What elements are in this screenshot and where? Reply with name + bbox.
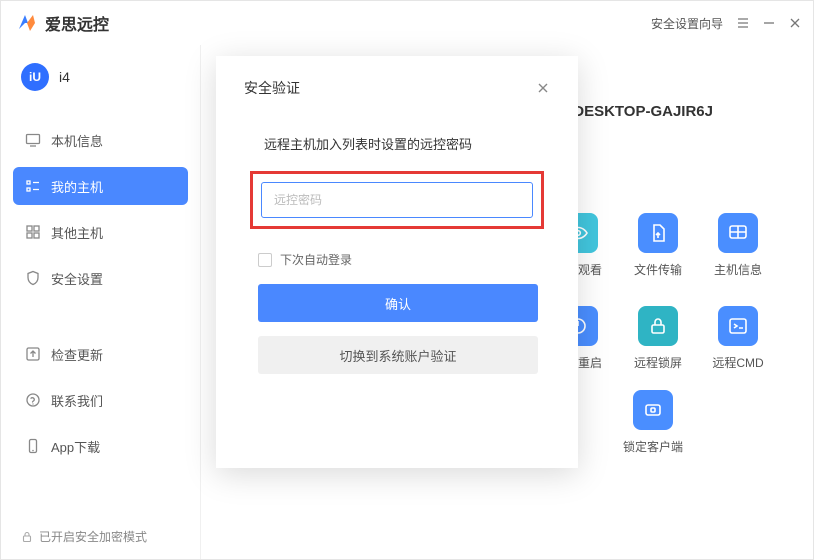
sidebar-item-app-download[interactable]: App下载	[13, 427, 188, 465]
action-remote-lock[interactable]: 远程锁屏	[627, 306, 689, 371]
action-label: 文件传输	[634, 261, 682, 278]
modal-subtitle: 远程主机加入列表时设置的远控密码	[264, 134, 550, 153]
encryption-status: 已开启安全加密模式	[1, 518, 200, 559]
action-label: 远程CMD	[712, 354, 763, 371]
sidebar-item-label: 联系我们	[51, 391, 103, 410]
sidebar-item-my-hosts[interactable]: 我的主机	[13, 167, 188, 205]
password-highlight-box	[250, 171, 544, 229]
encryption-status-label: 已开启安全加密模式	[39, 528, 147, 545]
sidebar-item-label: 其他主机	[51, 223, 103, 242]
action-file-transfer[interactable]: 文件传输	[627, 213, 689, 278]
user-name: i4	[59, 69, 70, 85]
lock-icon	[21, 531, 33, 543]
sidebar-item-label: App下载	[51, 437, 100, 456]
upload-icon	[25, 346, 41, 362]
action-label: 锁定客户端	[623, 438, 683, 455]
shield-icon	[25, 270, 41, 286]
close-icon	[537, 82, 549, 94]
action-remote-cmd[interactable]: 远程CMD	[707, 306, 769, 371]
sidebar-item-other-hosts[interactable]: 其他主机	[13, 213, 188, 251]
sidebar-item-label: 检查更新	[51, 345, 103, 364]
security-wizard-link[interactable]: 安全设置向导	[651, 15, 723, 32]
help-icon	[25, 392, 41, 408]
auto-login-label: 下次自动登录	[280, 251, 352, 268]
sidebar-item-label: 我的主机	[51, 177, 103, 196]
app-title: 爱思远控	[45, 11, 109, 35]
action-lock-client[interactable]: 锁定客户端	[623, 390, 683, 455]
list-icon	[25, 178, 41, 194]
remote-password-input[interactable]	[261, 182, 533, 218]
security-verify-modal: 安全验证 远程主机加入列表时设置的远控密码 下次自动登录 确认 切换到系统账户验…	[216, 56, 578, 468]
host-name: DESKTOP-GAJIR6J	[573, 103, 713, 120]
modal-close-button[interactable]	[536, 81, 550, 95]
phone-icon	[25, 438, 41, 454]
user-avatar: iU	[21, 63, 49, 91]
action-grid: 远程观看 文件传输 主机信息	[547, 213, 769, 371]
file-icon	[638, 213, 678, 253]
action-host-info[interactable]: 主机信息	[707, 213, 769, 278]
switch-auth-button[interactable]: 切换到系统账户验证	[258, 336, 538, 374]
sidebar-item-local-info[interactable]: 本机信息	[13, 121, 188, 159]
info-icon	[718, 213, 758, 253]
grid-icon	[25, 224, 41, 240]
logo-icon	[13, 10, 39, 36]
minimize-icon[interactable]	[763, 17, 775, 29]
menu-icon[interactable]	[737, 17, 749, 29]
lock-client-icon	[633, 390, 673, 430]
user-block[interactable]: iU i4	[1, 49, 200, 103]
action-label: 主机信息	[714, 261, 762, 278]
confirm-button[interactable]: 确认	[258, 284, 538, 322]
terminal-icon	[718, 306, 758, 346]
sidebar-item-contact[interactable]: 联系我们	[13, 381, 188, 419]
lock-icon	[638, 306, 678, 346]
monitor-icon	[25, 132, 41, 148]
titlebar: 爱思远控 安全设置向导	[1, 1, 813, 45]
action-label: 远程锁屏	[634, 354, 682, 371]
modal-title: 安全验证	[244, 78, 300, 98]
app-logo: 爱思远控	[13, 10, 109, 36]
sidebar-item-update[interactable]: 检查更新	[13, 335, 188, 373]
sidebar-item-label: 安全设置	[51, 269, 103, 288]
sidebar: iU i4 本机信息 我的主机 其他主机	[1, 45, 201, 559]
sidebar-item-security[interactable]: 安全设置	[13, 259, 188, 297]
close-icon[interactable]	[789, 17, 801, 29]
sidebar-item-label: 本机信息	[51, 131, 103, 150]
auto-login-checkbox[interactable]	[258, 253, 272, 267]
